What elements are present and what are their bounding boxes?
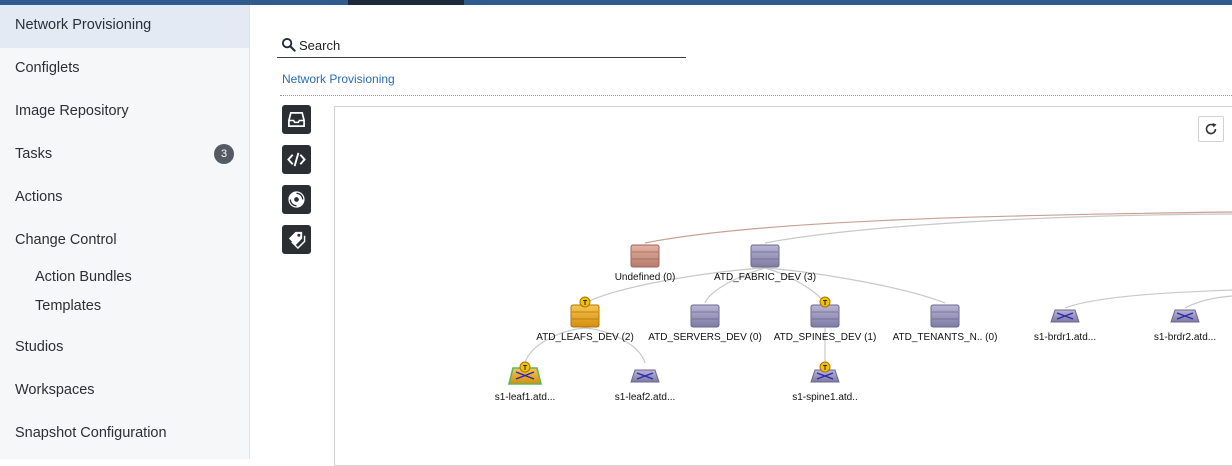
node-label: Undefined (0) [615, 272, 676, 283]
node-label: ATD_TENANTS_N.. (0) [893, 332, 998, 343]
task-marker: T [523, 365, 528, 372]
container-node-fabric[interactable]: ATD_FABRIC_DEV (3) [714, 244, 816, 283]
task-marker: T [583, 300, 588, 307]
node-label: s1-leaf2.atd... [615, 392, 676, 403]
device-node-leaf2[interactable]: s1-leaf2.atd... [615, 369, 676, 403]
device-node-spine1[interactable]: T s1-spine1.atd.. [792, 361, 858, 403]
edge-brdr2 [1184, 295, 1232, 309]
edge-undefined-root [644, 211, 1232, 244]
edge-fabric-root [764, 213, 1232, 244]
node-label: s1-spine1.atd.. [792, 392, 858, 403]
device-node-leaf1[interactable]: T s1-leaf1.atd... [495, 361, 556, 403]
edge-brdr1 [1064, 289, 1232, 309]
node-label: ATD_FABRIC_DEV (3) [714, 272, 816, 283]
device-node-brdr2[interactable]: s1-brdr2.atd... [1154, 309, 1216, 343]
node-label: ATD_SERVERS_DEV (0) [648, 332, 762, 343]
container-node-leafs[interactable]: T ATD_LEAFS_DEV (2) [536, 296, 634, 343]
node-label: ATD_LEAFS_DEV (2) [536, 332, 634, 343]
container-node-tenants[interactable]: ATD_TENANTS_N.. (0) [893, 304, 998, 343]
topology-graph: Undefined (0) ATD_FABRIC_DEV (3) T ATD_L… [495, 211, 1232, 403]
container-node-servers[interactable]: ATD_SERVERS_DEV (0) [648, 304, 762, 343]
node-label: s1-brdr2.atd... [1154, 332, 1216, 343]
container-node-undefined[interactable]: Undefined (0) [615, 244, 676, 283]
node-label: s1-brdr1.atd... [1034, 332, 1096, 343]
task-marker: T [823, 300, 828, 307]
container-node-spines[interactable]: T ATD_SPINES_DEV (1) [774, 296, 877, 343]
node-label: s1-leaf1.atd... [495, 392, 556, 403]
device-node-brdr1[interactable]: s1-brdr1.atd... [1034, 309, 1096, 343]
node-label: ATD_SPINES_DEV (1) [774, 332, 877, 343]
task-marker: T [823, 365, 828, 372]
